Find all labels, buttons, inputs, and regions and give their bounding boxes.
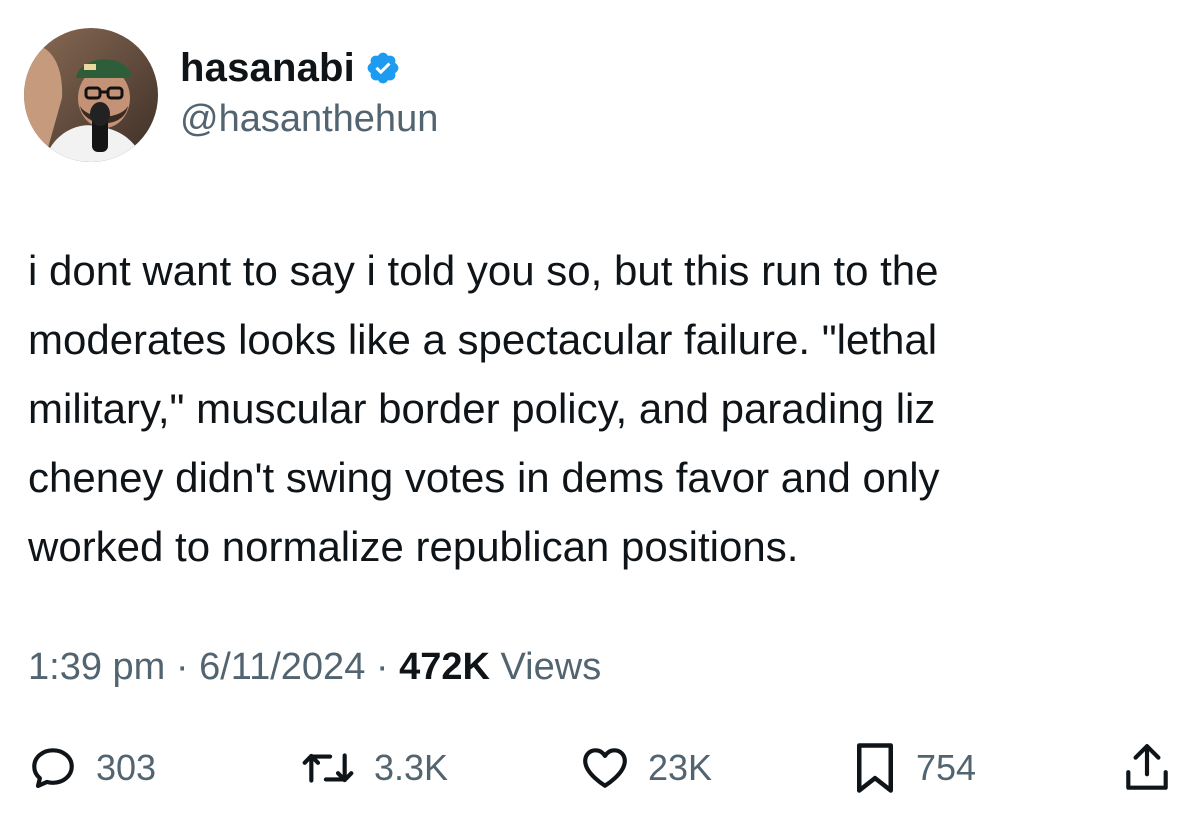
tweet-time[interactable]: 1:39 pm <box>28 646 165 688</box>
tweet-meta: 1:39 pm · 6/11/2024 · 472K Views <box>28 646 601 689</box>
reply-button[interactable]: 303 <box>28 738 156 798</box>
tweet-date[interactable]: 6/11/2024 <box>199 646 365 688</box>
meta-separator: · <box>375 646 389 688</box>
bookmark-button[interactable]: 754 <box>852 738 976 798</box>
like-count: 23K <box>648 747 713 788</box>
verified-badge-icon[interactable] <box>365 50 401 86</box>
avatar-image <box>24 28 158 162</box>
retweet-button[interactable]: 3.3K <box>300 738 448 798</box>
share-button[interactable] <box>1122 738 1172 798</box>
retweet-count: 3.3K <box>374 747 449 788</box>
views-count: 472K <box>399 646 490 688</box>
retweet-icon <box>300 743 356 793</box>
meta-separator: · <box>175 646 189 688</box>
user-handle[interactable]: @hasanthehun <box>180 98 438 141</box>
bookmark-icon <box>852 741 898 795</box>
bookmark-count: 754 <box>916 747 977 788</box>
avatar[interactable] <box>24 28 158 162</box>
reply-count: 303 <box>96 747 157 788</box>
display-name[interactable]: hasanabi <box>180 46 355 91</box>
display-name-row: hasanabi <box>180 40 401 96</box>
views-label: Views <box>500 646 602 688</box>
heart-icon <box>580 743 630 793</box>
share-icon <box>1122 741 1172 795</box>
tweet-text: i dont want to say i told you so, but th… <box>28 247 940 570</box>
like-button[interactable]: 23K <box>580 738 712 798</box>
reply-icon <box>28 743 78 793</box>
